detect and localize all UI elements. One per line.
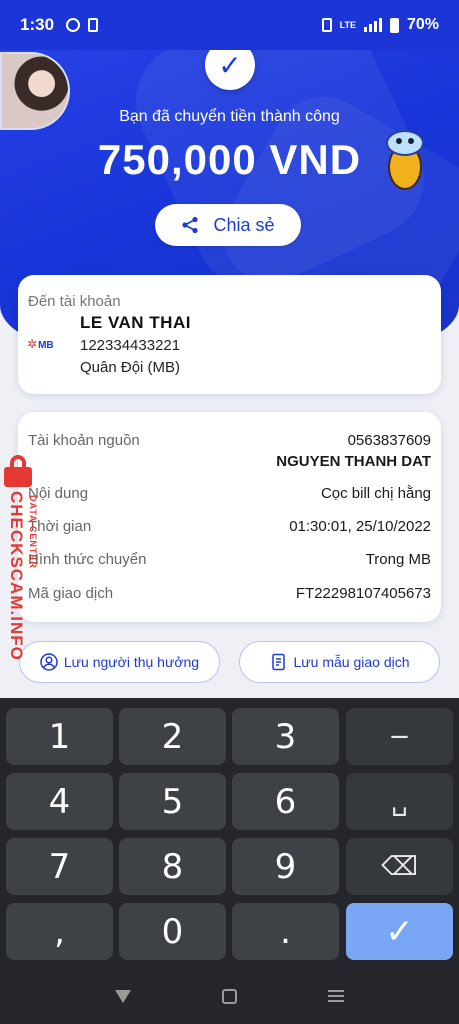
key-minus[interactable]: − <box>346 708 453 765</box>
mb-bank-logo: ✲MB <box>27 337 54 351</box>
transaction-id-row: Mã giao dịch FT22298107405673 <box>28 585 431 602</box>
save-template-button[interactable]: Lưu mẫu giao dịch <box>239 641 440 683</box>
recipient-card: Đến tài khoản ✲MB LE VAN THAI 1223344332… <box>18 275 441 394</box>
save-beneficiary-button[interactable]: Lưu người thụ hưởng <box>19 641 220 683</box>
home-icon[interactable] <box>221 988 237 1004</box>
save-template-label: Lưu mẫu giao dịch <box>293 654 410 670</box>
recipient-bank: Quân Đội (MB) <box>80 359 181 376</box>
battery-level: 70% <box>406 16 439 33</box>
success-message: Bạn đã chuyển tiền thành công <box>119 108 340 125</box>
key-1[interactable]: 1 <box>6 708 113 765</box>
status-bar: 1:30 LTE 70% <box>0 0 459 50</box>
content-value: Cọc bill chị hằng <box>320 485 431 502</box>
key-comma[interactable]: , <box>6 903 113 960</box>
content-row: Nội dung Cọc bill chị hằng <box>28 485 431 502</box>
recipient-account: 122334433221 <box>80 337 181 354</box>
space-key-icon[interactable]: ␣ <box>346 773 453 830</box>
share-button[interactable]: Chia sẻ <box>155 204 301 246</box>
battery-icon <box>389 17 399 33</box>
share-icon <box>182 216 199 234</box>
transaction-details-card: Tài khoản nguồn 0563837609 NGUYEN THANH … <box>18 412 441 622</box>
key-8[interactable]: 8 <box>119 838 226 895</box>
key-0[interactable]: 0 <box>119 903 226 960</box>
source-account-name: NGUYEN THANH DAT <box>276 453 431 470</box>
watermark: CHECKSCAM.INFO DATA CENTER <box>2 455 46 685</box>
status-time: 1:30 <box>20 15 55 34</box>
notification-icons <box>66 18 99 32</box>
key-3[interactable]: 3 <box>232 708 339 765</box>
messenger-icon <box>66 18 81 32</box>
watermark-subtext: DATA CENTER <box>28 495 38 569</box>
back-icon[interactable] <box>115 989 132 1003</box>
key-5[interactable]: 5 <box>119 773 226 830</box>
recipient-name: LE VAN THAI <box>80 313 191 332</box>
source-account-row: Tài khoản nguồn 0563837609 NGUYEN THANH … <box>28 432 431 470</box>
watermark-text: CHECKSCAM.INFO <box>7 491 26 661</box>
key-period[interactable]: . <box>232 903 339 960</box>
time-row: Thời gian 01:30:01, 25/10/2022 <box>28 518 431 535</box>
recipient-label: Đến tài khoản <box>28 293 121 310</box>
recent-apps-icon[interactable] <box>327 990 344 1002</box>
done-key-icon[interactable]: ✓ <box>346 903 453 960</box>
signal-icon <box>363 18 382 32</box>
numeric-keyboard: 1 2 3 − 4 5 6 ␣ 7 8 9 ⌫ , 0 . ✓ <box>0 698 459 968</box>
backspace-key-icon[interactable]: ⌫ <box>346 838 453 895</box>
mascot-icon <box>382 130 428 196</box>
share-label: Chia sẻ <box>213 214 275 235</box>
document-icon <box>271 653 285 671</box>
key-9[interactable]: 9 <box>232 838 339 895</box>
network-type: LTE <box>339 20 356 30</box>
system-nav-bar <box>0 968 459 1024</box>
vibrate-icon <box>321 18 332 32</box>
status-right: LTE 70% <box>321 16 439 34</box>
method-row: Hình thức chuyển Trong MB <box>28 551 431 568</box>
key-4[interactable]: 4 <box>6 773 113 830</box>
key-6[interactable]: 6 <box>232 773 339 830</box>
phone-icon <box>88 18 99 32</box>
key-7[interactable]: 7 <box>6 838 113 895</box>
save-beneficiary-label: Lưu người thụ hưởng <box>63 654 200 670</box>
transaction-id-value: FT22298107405673 <box>295 585 431 602</box>
source-account-number: 0563837609 <box>347 432 431 449</box>
time-value: 01:30:01, 25/10/2022 <box>289 518 431 535</box>
method-value: Trong MB <box>365 551 431 568</box>
lock-icon <box>4 455 32 487</box>
key-2[interactable]: 2 <box>119 708 226 765</box>
